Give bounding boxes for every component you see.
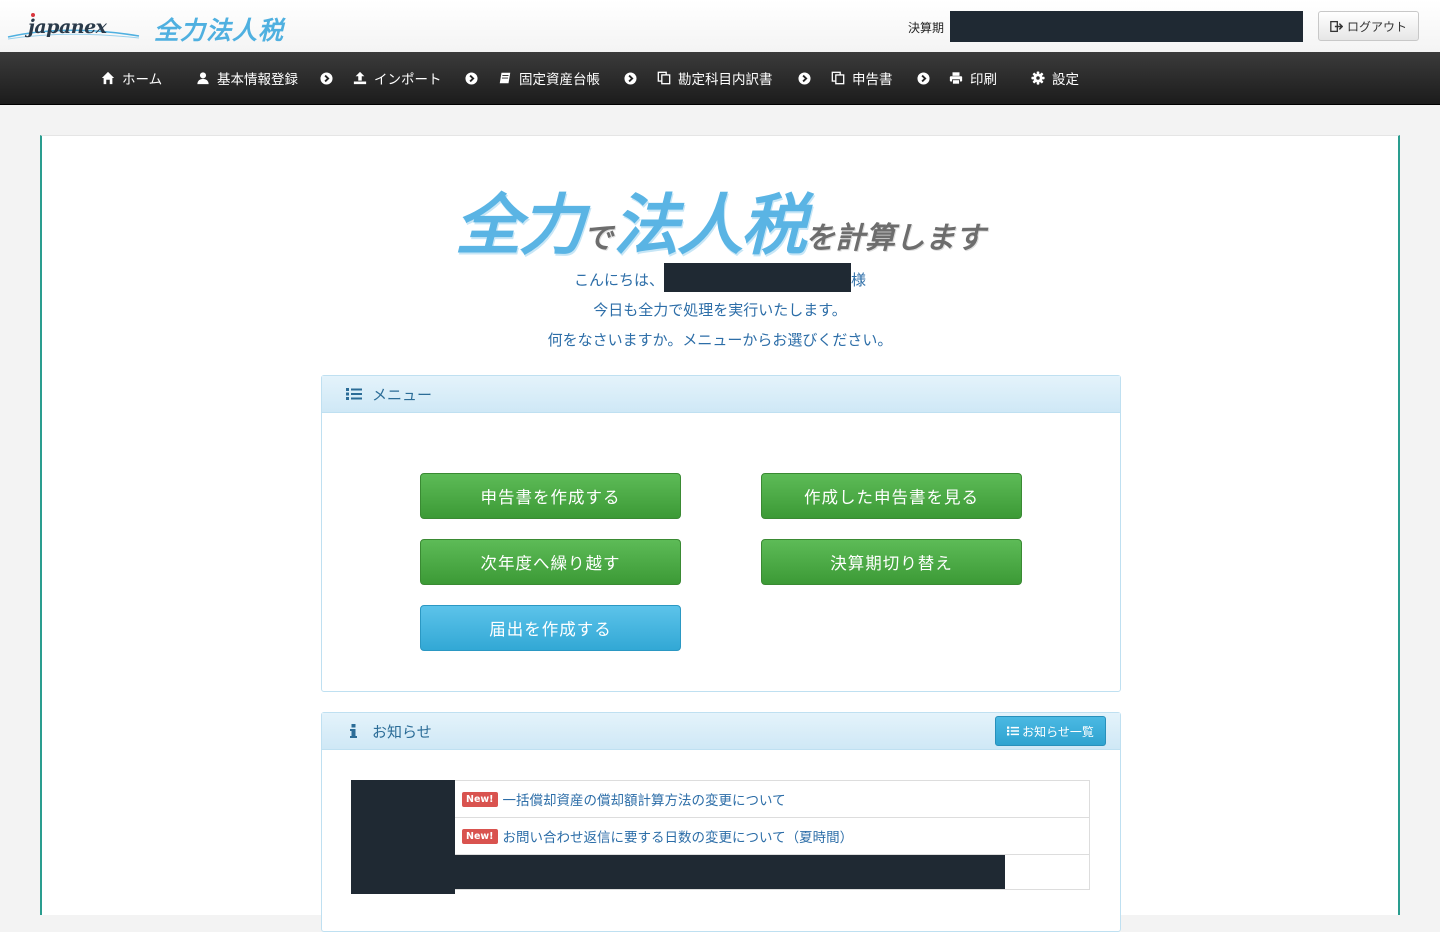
japanex-logo[interactable]: japanex bbox=[6, 10, 141, 42]
nav-label: インポート bbox=[374, 72, 442, 88]
create-return-button[interactable]: 申告書を作成する bbox=[420, 473, 681, 519]
nav-label: 設定 bbox=[1052, 72, 1079, 88]
chevron-right-circle-icon bbox=[320, 72, 333, 85]
nav-label: 固定資産台帳 bbox=[519, 72, 600, 88]
notice-row[interactable]: New! 一括償却資産の償却額計算方法の変更について bbox=[455, 781, 1089, 818]
nav-item-import[interactable]: インポート bbox=[353, 52, 442, 104]
nav-item-basic-info[interactable]: 基本情報登録 bbox=[196, 52, 298, 104]
notice-row[interactable]: New! お問い合わせ返信に要する日数の変更について（夏時間） bbox=[455, 818, 1089, 855]
list-icon bbox=[346, 388, 362, 400]
switch-period-button[interactable]: 決算期切り替え bbox=[761, 539, 1022, 585]
new-badge: New! bbox=[462, 791, 498, 807]
all-notices-label: お知らせ一覧 bbox=[1022, 724, 1094, 739]
greeting-prefix: こんにちは、 bbox=[573, 271, 664, 289]
user-icon bbox=[197, 72, 209, 85]
all-notices-button[interactable]: お知らせ一覧 bbox=[995, 716, 1106, 746]
logout-button[interactable]: ログアウト bbox=[1318, 11, 1419, 41]
book-icon bbox=[499, 72, 511, 84]
hero-title-tail: を計算します bbox=[805, 221, 985, 256]
chevron-right-circle-icon bbox=[465, 72, 478, 85]
notices-panel-header: お知らせ お知らせ一覧 bbox=[322, 713, 1120, 750]
hero-title: 全力で法人税を計算します bbox=[42, 172, 1398, 268]
user-name bbox=[664, 263, 851, 292]
hero-title-zenryoku: 全力 bbox=[455, 187, 585, 264]
greeting-line-3: 何をなさいますか。メニューからお選びください。 bbox=[547, 331, 893, 349]
greeting-line-1: こんにちは、 様 bbox=[42, 263, 1398, 292]
nav-label: 印刷 bbox=[970, 72, 997, 88]
home-icon bbox=[101, 71, 115, 85]
logout-icon bbox=[1330, 20, 1343, 32]
notice-dates bbox=[351, 780, 455, 894]
greeting-line-2: 今日も全力で処理を実行いたします。 bbox=[593, 301, 847, 319]
view-returns-button[interactable]: 作成した申告書を見る bbox=[761, 473, 1022, 519]
nav-label: ホーム bbox=[122, 72, 163, 88]
info-icon bbox=[350, 724, 357, 738]
new-badge: New! bbox=[462, 828, 498, 844]
nav-item-home[interactable]: ホーム bbox=[101, 52, 162, 104]
upload-icon bbox=[353, 71, 367, 85]
nav-label: 基本情報登録 bbox=[217, 72, 298, 88]
nav-item-print[interactable]: 印刷 bbox=[949, 52, 997, 104]
copy-icon bbox=[657, 71, 671, 85]
logout-label: ログアウト bbox=[1346, 19, 1407, 34]
chevron-right-circle-icon bbox=[624, 72, 637, 85]
top-header: japanex 全力法人税 決算期 ログアウト bbox=[0, 0, 1440, 52]
notices-table: New! 一括償却資産の償却額計算方法の変更について New! お問い合わせ返信… bbox=[351, 780, 1090, 894]
nav-item-fixed-assets[interactable]: 固定資産台帳 bbox=[498, 52, 600, 104]
period-select[interactable] bbox=[950, 11, 1303, 42]
notice-row-redacted[interactable] bbox=[455, 855, 1005, 889]
print-icon bbox=[949, 72, 963, 85]
copy-icon bbox=[831, 71, 845, 85]
carry-forward-button[interactable]: 次年度へ繰り越す bbox=[420, 539, 681, 585]
nav-label: 申告書 bbox=[852, 72, 893, 88]
notices-panel: お知らせ お知らせ一覧 New! 一括償却資産の償却額計算方法の変更について N… bbox=[321, 712, 1121, 932]
menu-panel-title: メニュー bbox=[372, 385, 433, 404]
notice-link[interactable]: お問い合わせ返信に要する日数の変更について（夏時間） bbox=[503, 826, 854, 846]
nav-label: 勘定科目内訳書 bbox=[678, 72, 773, 88]
main-content: 全力で法人税を計算します こんにちは、 様 今日も全力で処理を実行いたします。 何… bbox=[40, 135, 1400, 932]
gear-icon bbox=[1031, 71, 1045, 85]
menu-panel-header: メニュー bbox=[322, 376, 1120, 413]
list-icon bbox=[1007, 726, 1020, 736]
greeting-suffix: 様 bbox=[851, 271, 867, 289]
main-nav: ホーム 基本情報登録 インポート 固定資産台帳 勘定科目内訳書 申告書 印刷 設… bbox=[0, 52, 1440, 105]
nav-item-settings[interactable]: 設定 bbox=[1031, 52, 1079, 104]
hero-title-houjinzei: 法人税 bbox=[613, 187, 807, 264]
notice-link[interactable]: 一括償却資産の償却額計算方法の変更について bbox=[503, 789, 786, 809]
nav-item-account-details[interactable]: 勘定科目内訳書 bbox=[657, 52, 773, 104]
japanex-logo-text: japanex bbox=[28, 16, 107, 38]
chevron-right-circle-icon bbox=[917, 72, 930, 85]
hero-title-de: で bbox=[583, 221, 613, 256]
period-label: 決算期 bbox=[908, 21, 945, 35]
menu-panel: メニュー 申告書を作成する 作成した申告書を見る 次年度へ繰り越す 決算期切り替… bbox=[321, 375, 1121, 692]
chevron-right-circle-icon bbox=[798, 72, 811, 85]
create-notification-button[interactable]: 届出を作成する bbox=[420, 605, 681, 651]
notices-panel-title: お知らせ bbox=[372, 722, 432, 741]
nav-item-tax-return[interactable]: 申告書 bbox=[831, 52, 893, 104]
product-logo[interactable]: 全力法人税 bbox=[154, 11, 284, 47]
